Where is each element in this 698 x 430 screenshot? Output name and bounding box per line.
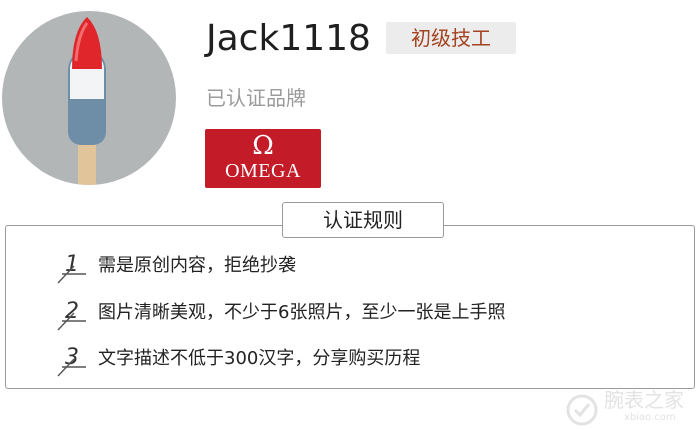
rule-number: 1 bbox=[56, 252, 96, 288]
username: Jack1118 bbox=[206, 18, 371, 59]
rule-text: 需是原创内容，拒绝抄袭 bbox=[98, 255, 296, 276]
omega-brand-logo[interactable]: Ω OMEGA bbox=[205, 129, 321, 188]
omega-symbol-icon: Ω bbox=[252, 131, 274, 161]
level-badge: 初级技工 bbox=[386, 22, 516, 54]
popsicle-icon bbox=[68, 17, 106, 185]
slash-underline-icon bbox=[57, 312, 86, 331]
watermark: 腕表之家 xbiao.com bbox=[560, 388, 698, 430]
watermark-url: xbiao.com bbox=[624, 412, 676, 423]
watermark-text: 腕表之家 bbox=[604, 388, 684, 412]
brand-name: OMEGA bbox=[225, 160, 301, 182]
certified-brand-label: 已认证品牌 bbox=[206, 86, 306, 110]
watch-logo-icon bbox=[566, 394, 598, 426]
slash-underline-icon bbox=[57, 265, 86, 284]
rules-title: 认证规则 bbox=[282, 202, 444, 238]
rule-text: 图片清晰美观，不少于6张照片，至少一张是上手照 bbox=[98, 302, 506, 323]
avatar bbox=[2, 11, 176, 185]
rule-number: 3 bbox=[56, 345, 96, 381]
rule-text: 文字描述不低于300汉字，分享购买历程 bbox=[98, 348, 421, 369]
slash-underline-icon bbox=[57, 358, 86, 377]
rule-number: 2 bbox=[56, 299, 96, 335]
